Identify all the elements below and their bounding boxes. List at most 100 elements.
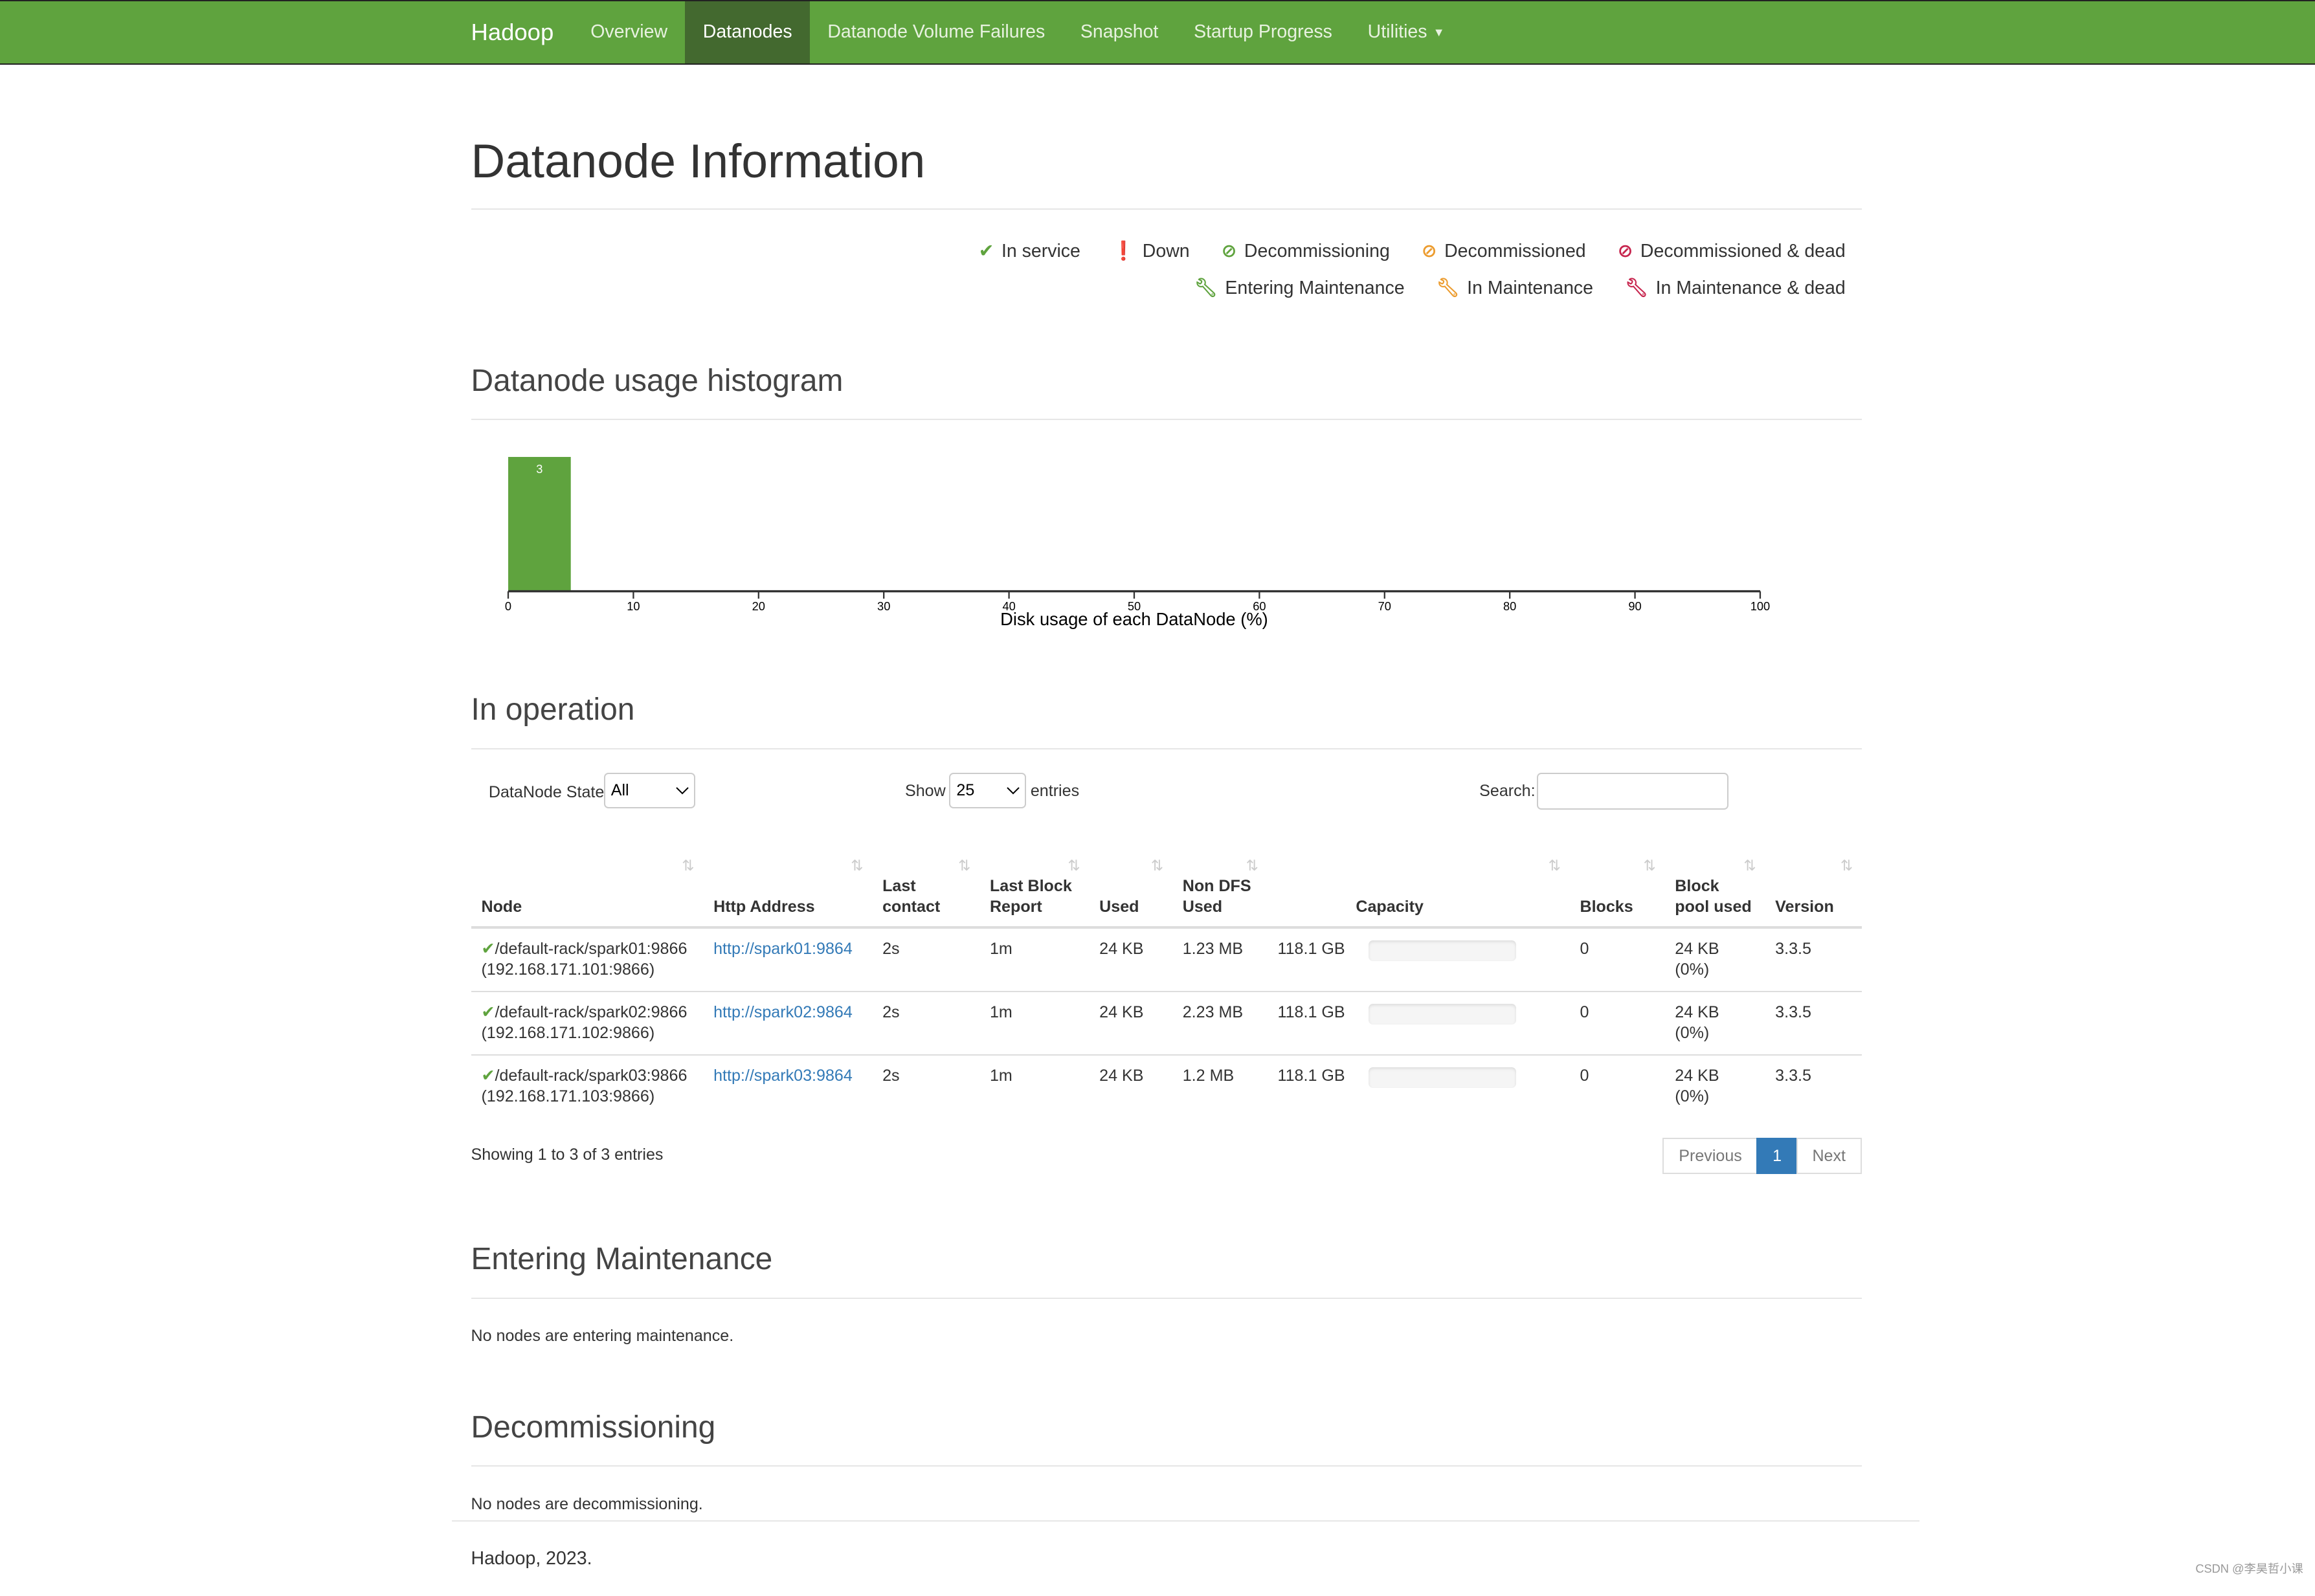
x-tick-label: 100 — [1750, 600, 1769, 614]
non-dfs-used: 1.2 MB — [1172, 1054, 1268, 1118]
column-header[interactable]: Last Block Report ⇅ — [979, 847, 1090, 929]
column-header[interactable]: Node ⇅ — [471, 847, 704, 929]
non-dfs-used: 1.23 MB — [1172, 927, 1268, 992]
ban-icon: ⊘ — [1221, 241, 1237, 262]
version: 3.3.5 — [1765, 1054, 1862, 1118]
block-pool-used: 24 KB (0%) — [1664, 991, 1765, 1055]
last-contact: 2s — [872, 1054, 979, 1118]
usage-histogram: 3 0 10 20 30 40 50 60 70 80 90 100 Disk usage of eac… — [471, 420, 1862, 641]
brand-link[interactable]: Hadoop — [452, 1, 573, 63]
legend-label: Decommissioning — [1244, 241, 1390, 262]
histogram-heading: Datanode usage histogram — [471, 363, 844, 398]
bar-label: 3 — [536, 462, 542, 476]
sort-icon: ⇅ — [1643, 856, 1656, 874]
divider — [471, 208, 1862, 210]
legend-label: In service — [1001, 241, 1080, 262]
wrench-icon: 🔧︎ — [1194, 278, 1218, 299]
show-label: Show — [904, 781, 946, 800]
capacity-value: 118.1 GB — [1277, 940, 1345, 959]
node-name: /default-rack/spark03:9866 — [495, 1066, 688, 1085]
x-tick-label: 80 — [1503, 600, 1516, 614]
nav-volume-failures[interactable]: Datanode Volume Failures — [810, 1, 1063, 63]
datanode-table: Node ⇅ Http Address ⇅ Last contact ⇅ Last Bloc… — [471, 847, 1862, 1118]
http-address-link[interactable]: http://spark03:9864 — [713, 1067, 853, 1085]
node-ip: (192.168.171.101:9866) — [481, 960, 655, 979]
column-header[interactable]: Non DFS Used ⇅ — [1172, 847, 1268, 929]
x-axis-label: Disk usage of each DataNode (%) — [1000, 609, 1268, 629]
column-header[interactable]: Capacity ⇅ — [1267, 847, 1570, 929]
check-icon: ✔ — [481, 1003, 495, 1021]
used: 24 KB — [1089, 927, 1172, 992]
wrench-icon: 🔧︎ — [1625, 278, 1649, 299]
page-size-select[interactable]: 25 — [949, 773, 1026, 808]
version: 3.3.5 — [1765, 991, 1862, 1055]
column-label: Blocks — [1580, 897, 1633, 916]
histogram-bar — [508, 457, 571, 592]
http-address-link[interactable]: http://spark02:9864 — [713, 1003, 853, 1021]
sort-icon: ⇅ — [851, 856, 864, 874]
page-1-button[interactable]: 1 — [1756, 1138, 1798, 1175]
top-navbar: Hadoop Overview Datanodes Datanode Volum… — [0, 0, 2315, 65]
table-row: ✔/default-rack/spark02:9866 (192.168.171.… — [471, 991, 1862, 1055]
next-button[interactable]: Next — [1796, 1138, 1862, 1175]
node-name: /default-rack/spark01:9866 — [495, 940, 688, 959]
check-icon: ✔ — [481, 1066, 495, 1085]
search-input[interactable] — [1537, 773, 1728, 810]
column-label: Block pool used — [1675, 876, 1752, 916]
last-contact: 2s — [872, 991, 979, 1055]
page-title: Datanode Information — [471, 135, 926, 188]
column-header[interactable]: Http Address ⇅ — [703, 847, 873, 929]
capacity: 118.1 GB — [1267, 991, 1570, 1055]
last-block-report: 1m — [979, 927, 1090, 992]
sort-icon: ⇅ — [1246, 856, 1258, 874]
entries-label: entries — [1030, 781, 1080, 800]
blocks: 0 — [1569, 927, 1665, 992]
caret-down-icon: ▼ — [1433, 25, 1445, 39]
column-header[interactable]: Used ⇅ — [1089, 847, 1172, 929]
check-icon: ✔ — [978, 241, 994, 262]
column-header[interactable]: Last contact ⇅ — [872, 847, 979, 929]
legend-label: In Maintenance & dead — [1655, 278, 1846, 299]
check-icon: ✔ — [481, 940, 495, 959]
column-header[interactable]: Blocks ⇅ — [1569, 847, 1665, 929]
previous-button[interactable]: Previous — [1662, 1138, 1758, 1175]
state-select[interactable]: All — [603, 773, 696, 808]
blocks: 0 — [1569, 991, 1665, 1055]
wrench-icon: 🔧︎ — [1436, 278, 1460, 299]
nav-utilities[interactable]: Utilities ▼ — [1350, 1, 1462, 63]
nav-startup-progress[interactable]: Startup Progress — [1176, 1, 1350, 63]
decommissioning-text: No nodes are decommissioning. — [471, 1494, 703, 1513]
capacity: 118.1 GB — [1267, 927, 1570, 992]
ban-icon: ⊘ — [1617, 241, 1633, 262]
watermark: CSDN @李昊哲小课 — [2195, 1561, 2303, 1575]
table-row: ✔/default-rack/spark01:9866 (192.168.171.… — [471, 927, 1862, 992]
block-pool-used: 24 KB (0%) — [1664, 1054, 1765, 1118]
sort-icon: ⇅ — [1151, 856, 1164, 874]
sort-icon: ⇅ — [958, 856, 971, 874]
entering-maintenance-text: No nodes are entering maintenance. — [471, 1327, 734, 1346]
capacity-value: 118.1 GB — [1277, 1003, 1345, 1021]
x-tick-label: 30 — [877, 600, 890, 614]
http-address-link[interactable]: http://spark01:9864 — [713, 940, 853, 958]
table-footer: Showing 1 to 3 of 3 entries Previous 1 N… — [471, 1138, 1862, 1197]
column-label: Used — [1099, 897, 1139, 916]
sort-icon: ⇅ — [1840, 856, 1853, 874]
column-header[interactable]: Block pool used ⇅ — [1664, 847, 1765, 929]
column-label: Node — [481, 897, 522, 916]
divider — [471, 748, 1862, 749]
sort-icon: ⇅ — [1743, 856, 1756, 874]
ban-icon: ⊘ — [1421, 241, 1437, 262]
capacity-bar — [1369, 1067, 1517, 1088]
nav-overview[interactable]: Overview — [573, 1, 686, 63]
column-label: Http Address — [713, 897, 815, 916]
pagination: Previous 1 Next — [1662, 1138, 1862, 1175]
block-pool-used: 24 KB (0%) — [1664, 927, 1765, 992]
nav-datanodes[interactable]: Datanodes — [685, 1, 810, 63]
column-header[interactable]: Version ⇅ — [1765, 847, 1862, 929]
capacity-bar — [1369, 1004, 1517, 1025]
status-legend: ✔ In service ❗ Down ⊘ Decommissioning ⊘ Deco… — [471, 233, 1862, 307]
operation-heading: In operation — [471, 692, 635, 727]
legend-label: Down — [1142, 241, 1190, 262]
node-cell: ✔/default-rack/spark02:9866 (192.168.171.… — [471, 991, 704, 1055]
nav-snapshot[interactable]: Snapshot — [1063, 1, 1176, 63]
